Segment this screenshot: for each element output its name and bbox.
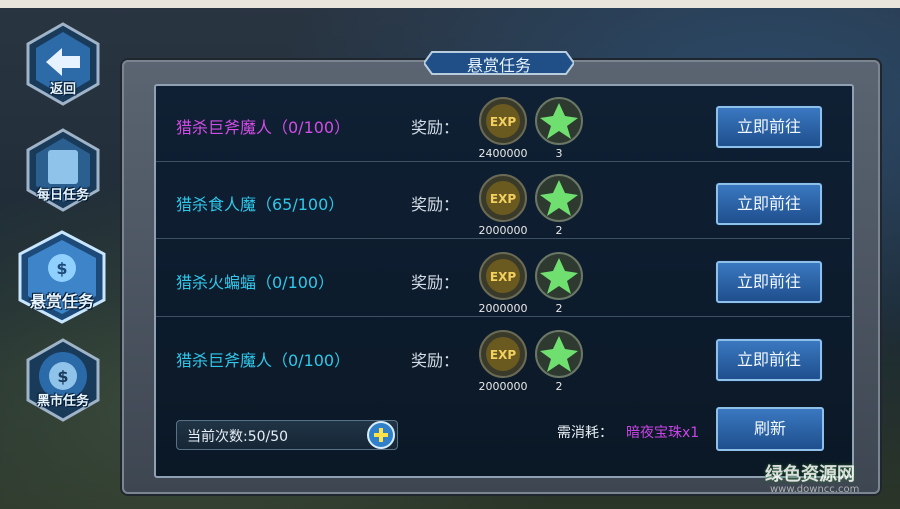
quest-row: 猎杀巨斧魔人（0/100） 奖励： EXP 2000000 2 立即前往	[156, 319, 850, 395]
gem-reward-icon	[534, 173, 584, 223]
row-divider	[156, 316, 850, 317]
gem-reward-icon	[534, 251, 584, 301]
exp-reward-icon: EXP	[478, 96, 528, 146]
row-divider	[156, 161, 850, 162]
quest-row: 猎杀食人魔（65/100） 奖励： EXP 2000000 2 立即前往	[156, 163, 850, 239]
reward-label: 奖励：	[411, 351, 460, 370]
window-top-strip	[0, 0, 900, 8]
panel-title: 悬赏任务	[466, 56, 531, 75]
watermark-logo-text: 绿色资源网	[765, 464, 855, 485]
go-now-button[interactable]: 立即前往	[716, 106, 822, 148]
exp-reward-icon: EXP	[478, 173, 528, 223]
exp-amount: 2000000	[478, 380, 528, 393]
quest-row: 猎杀火蝙蝠（0/100） 奖励： EXP 2000000 2 立即前往	[156, 241, 850, 317]
add-attempts-button[interactable]	[366, 420, 396, 450]
plus-icon	[367, 421, 395, 449]
exp-reward-icon: EXP	[478, 251, 528, 301]
cost-label: 需消耗：	[557, 425, 613, 441]
exp-amount: 2000000	[478, 302, 528, 315]
nav-blackmarket-label: 黑市任务	[36, 394, 89, 409]
quest-name: 猎杀食人魔（65/100）	[176, 195, 345, 214]
chip-coin-icon: $	[26, 338, 100, 422]
exp-amount: 2400000	[478, 147, 528, 160]
row-divider	[156, 238, 850, 239]
refresh-button[interactable]: 刷新	[716, 407, 824, 451]
reward-label: 奖励：	[411, 273, 460, 292]
exp-badge-text: EXP	[490, 192, 516, 206]
exp-badge-text: EXP	[490, 348, 516, 362]
nav-daily-button[interactable]: 每日任务	[22, 128, 104, 214]
gem-reward-icon	[534, 329, 584, 379]
gem-amount: 2	[555, 224, 563, 237]
nav-back-button[interactable]: 返回	[22, 22, 104, 108]
exp-reward-icon: EXP	[478, 329, 528, 379]
attempt-counter-text: 当前次数:50/50	[187, 429, 289, 445]
quest-name: 猎杀巨斧魔人（0/100）	[176, 351, 351, 370]
nav-daily-label: 每日任务	[36, 188, 89, 203]
go-now-button[interactable]: 立即前往	[716, 261, 822, 303]
exp-badge-text: EXP	[490, 270, 516, 284]
quest-name: 猎杀火蝙蝠（0/100）	[176, 273, 335, 292]
nav-back-label: 返回	[49, 82, 76, 97]
exp-amount: 2000000	[478, 224, 528, 237]
svg-text:$: $	[56, 259, 67, 278]
gem-amount: 2	[555, 380, 563, 393]
gem-reward-icon	[534, 96, 584, 146]
gem-amount: 3	[555, 147, 563, 160]
svg-text:$: $	[57, 367, 68, 386]
cost-item: 暗夜宝珠x1	[626, 425, 700, 441]
nav-blackmarket-button[interactable]: $ 黑市任务	[22, 338, 104, 424]
watermark-url: www.downcc.com	[770, 484, 860, 495]
reward-label: 奖励：	[411, 118, 460, 137]
go-now-button[interactable]: 立即前往	[716, 183, 822, 225]
nav-bounty-label: 悬赏任务	[29, 292, 94, 311]
nav-bounty-button[interactable]: $ 悬赏任务	[14, 230, 110, 324]
gem-amount: 2	[555, 302, 563, 315]
reward-label: 奖励：	[411, 195, 460, 214]
quest-row: 猎杀巨斧魔人（0/100） 奖励： EXP 2400000 3 立即前往	[156, 86, 850, 162]
exp-badge-text: EXP	[490, 115, 516, 129]
go-now-button[interactable]: 立即前往	[716, 339, 822, 381]
quest-name: 猎杀巨斧魔人（0/100）	[176, 118, 351, 137]
